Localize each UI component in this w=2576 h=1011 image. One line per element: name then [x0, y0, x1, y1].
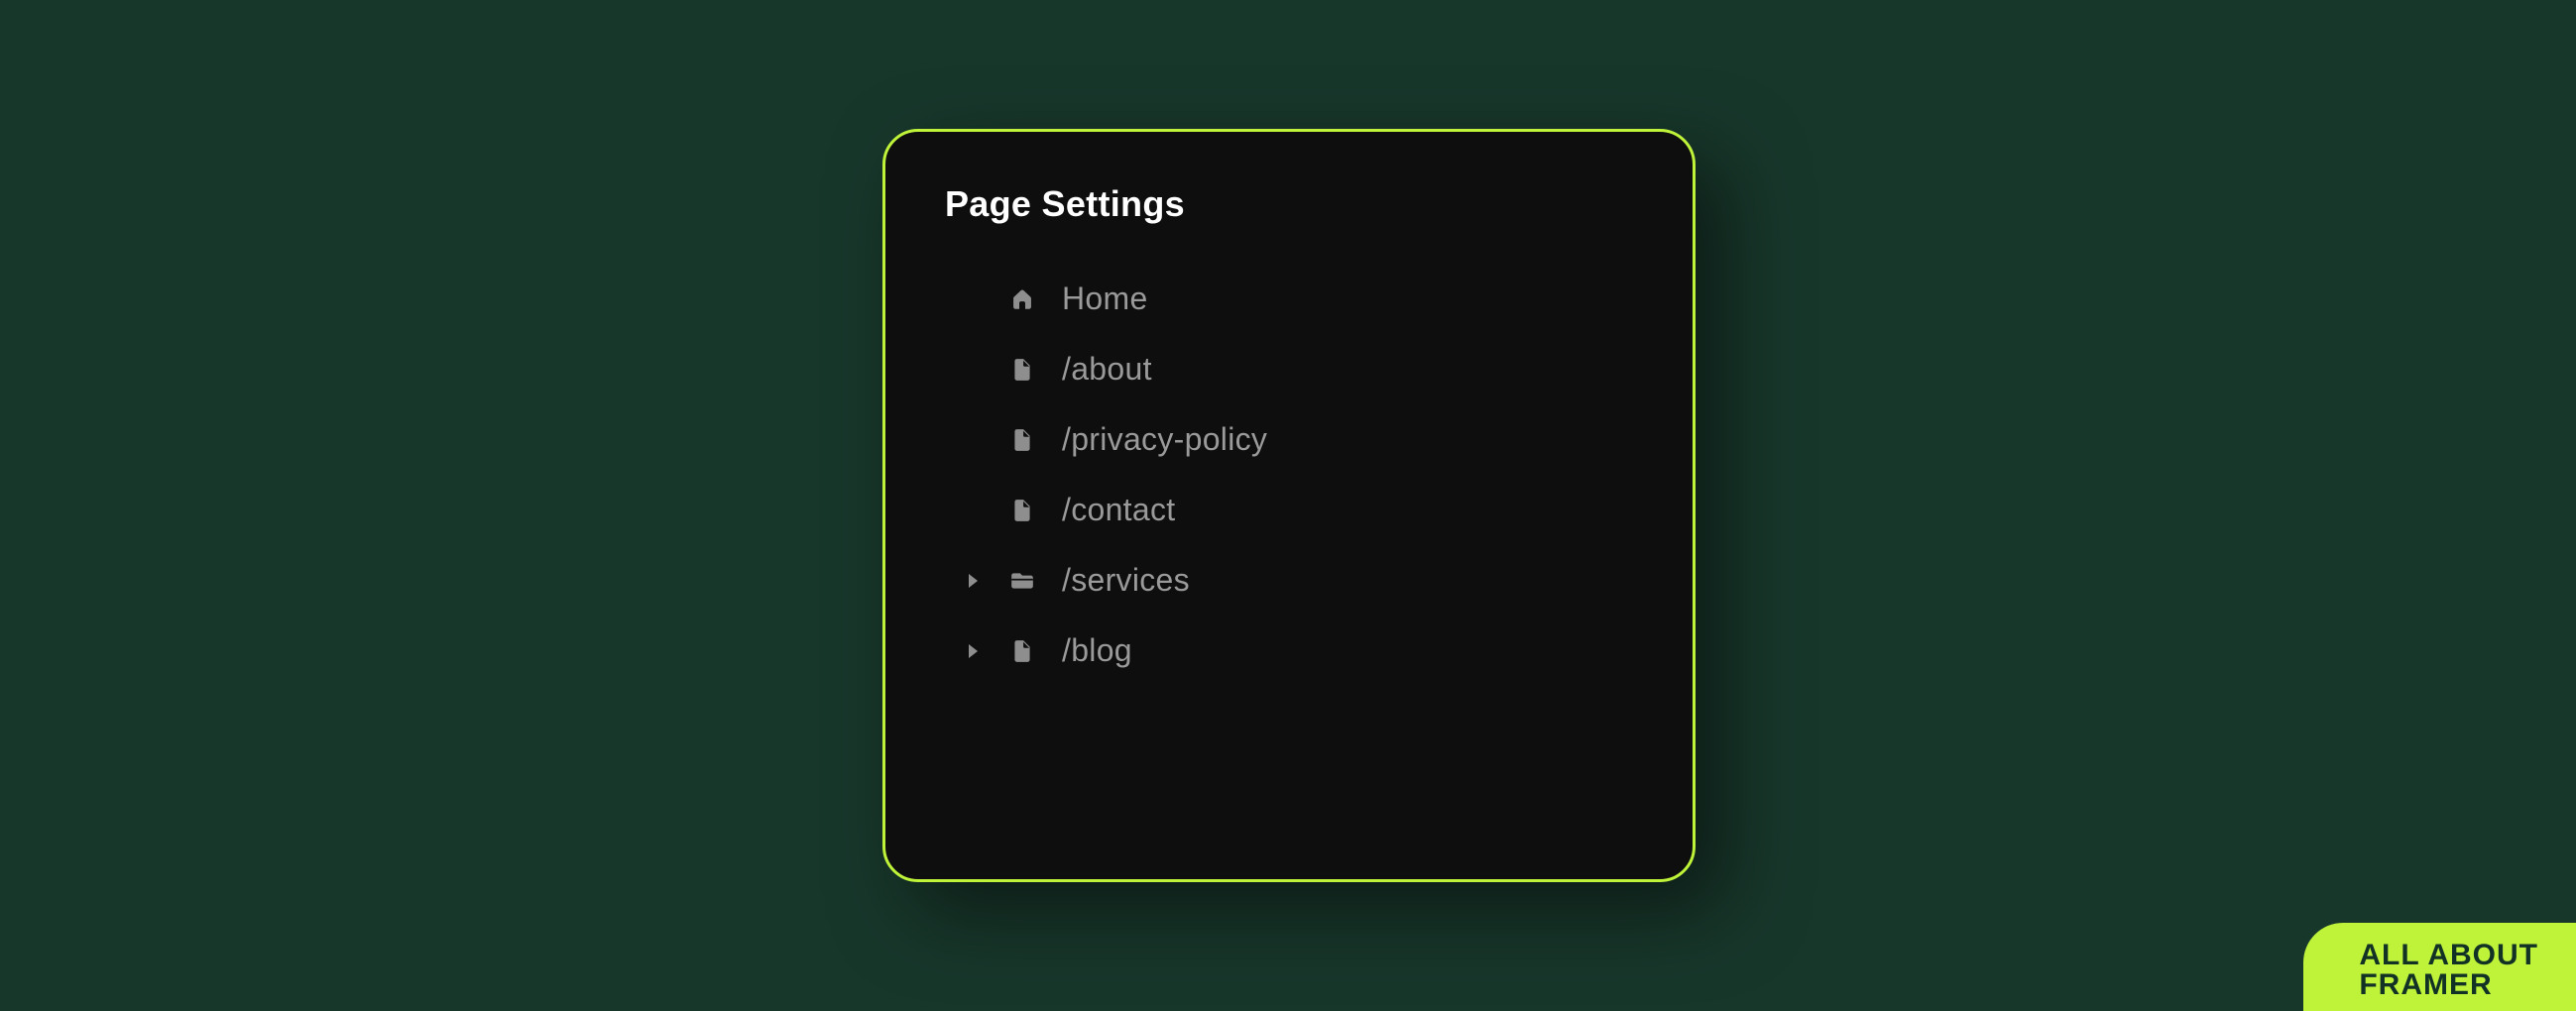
page-list: Home/about/privacy-policy/contact/servic…	[945, 281, 1633, 669]
chevron-right-icon[interactable]	[969, 574, 978, 588]
page-item-label: Home	[1062, 281, 1148, 317]
brand-badge: ALL ABOUT FRAMER	[2303, 923, 2576, 1011]
page-item-contact[interactable]: /contact	[963, 492, 1633, 528]
chevron-right-icon[interactable]	[969, 644, 978, 658]
page-settings-panel: Page Settings Home/about/privacy-policy/…	[882, 129, 1696, 882]
file-icon	[1008, 497, 1036, 524]
page-item-label: /privacy-policy	[1062, 421, 1267, 458]
expand-slot[interactable]	[963, 574, 983, 588]
panel-title: Page Settings	[945, 183, 1633, 225]
home-icon	[1008, 285, 1036, 313]
page-item-label: /services	[1062, 562, 1190, 599]
page-item-services[interactable]: /services	[963, 562, 1633, 599]
file-icon	[1008, 637, 1036, 665]
page-item-label: /blog	[1062, 632, 1132, 669]
brand-line-1: ALL ABOUT	[2359, 941, 2538, 971]
brand-line-2: FRAMER	[2359, 970, 2538, 1001]
page-item-home[interactable]: Home	[963, 281, 1633, 317]
file-icon	[1008, 426, 1036, 454]
page-item-privacy-policy[interactable]: /privacy-policy	[963, 421, 1633, 458]
file-icon	[1008, 356, 1036, 384]
page-item-label: /about	[1062, 351, 1152, 388]
page-item-about[interactable]: /about	[963, 351, 1633, 388]
page-item-label: /contact	[1062, 492, 1175, 528]
expand-slot[interactable]	[963, 644, 983, 658]
folder-icon	[1008, 567, 1036, 595]
page-item-blog[interactable]: /blog	[963, 632, 1633, 669]
